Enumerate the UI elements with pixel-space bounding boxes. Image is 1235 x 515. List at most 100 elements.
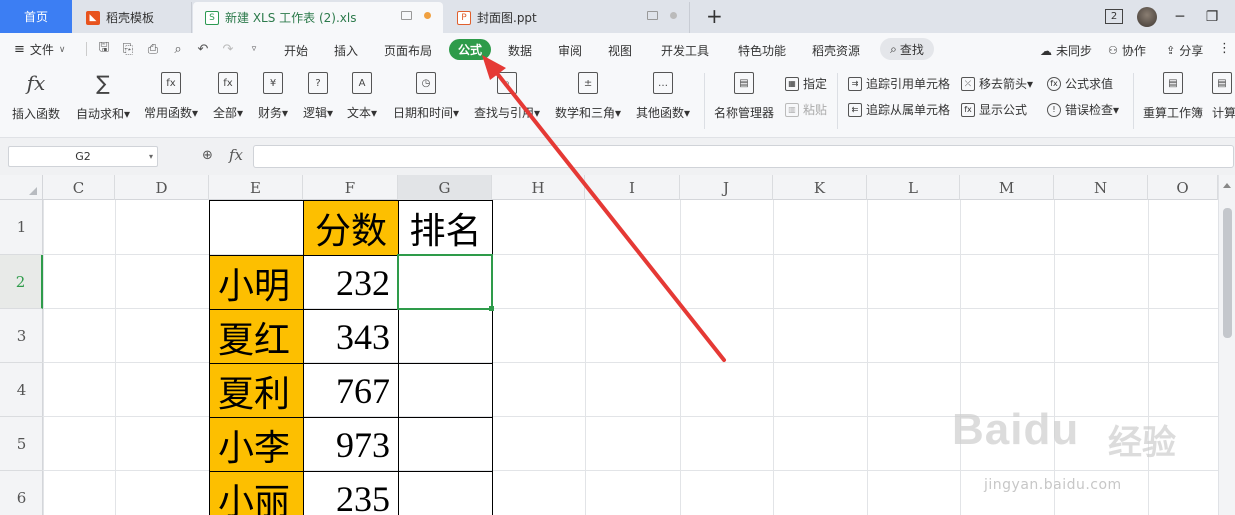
row-header-2[interactable]: 2 xyxy=(0,255,43,309)
print-preview-icon[interactable]: ⌕ xyxy=(170,41,186,57)
tab-features[interactable]: 特色功能 xyxy=(738,42,786,59)
cell-rank-6[interactable] xyxy=(398,471,493,515)
zoom-icon[interactable]: ⊕ xyxy=(202,148,213,163)
column-header-k[interactable]: K xyxy=(773,175,867,200)
tab-view[interactable]: 视图 xyxy=(608,42,632,59)
sync-button[interactable]: ☁ 未同步 xyxy=(1040,42,1092,59)
formula-input[interactable] xyxy=(253,145,1234,168)
paste-button[interactable]: ▥ 粘贴 xyxy=(785,101,827,118)
error-check-button[interactable]: ! 错误检查▾ xyxy=(1047,101,1119,118)
vertical-scrollbar[interactable] xyxy=(1218,175,1235,515)
print-icon[interactable]: ⎙ xyxy=(145,41,161,57)
cell-name-2[interactable]: 小明 xyxy=(209,255,304,310)
column-header-o[interactable]: O xyxy=(1148,175,1218,200)
scroll-thumb[interactable] xyxy=(1223,208,1232,338)
column-header-h[interactable]: H xyxy=(492,175,585,200)
tab-developer[interactable]: 开发工具 xyxy=(661,42,709,59)
tab-data[interactable]: 数据 xyxy=(508,42,532,59)
specify-button[interactable]: ▦ 指定 xyxy=(785,75,827,92)
minimize-icon[interactable]: ─ xyxy=(1171,9,1189,25)
unsaved-dot-icon[interactable] xyxy=(424,12,431,19)
cell-rank-3[interactable] xyxy=(398,309,493,364)
column-header-m[interactable]: M xyxy=(960,175,1054,200)
tab-page-layout[interactable]: 页面布局 xyxy=(384,42,432,59)
file-menu[interactable]: ≡ 文件 ∨ xyxy=(14,41,66,58)
tab-home-ribbon[interactable]: 开始 xyxy=(284,42,308,59)
trace-precedents-button[interactable]: ⇉ 追踪引用单元格 xyxy=(848,75,950,92)
cell-name-3[interactable]: 夏红 xyxy=(209,309,304,364)
column-header-d[interactable]: D xyxy=(115,175,209,200)
cell-rank-4[interactable] xyxy=(398,363,493,418)
saved-dot-icon[interactable] xyxy=(670,12,677,19)
more-icon[interactable]: ⋮ xyxy=(1218,41,1231,56)
recalculate-workbook-button[interactable]: ▤ 重算工作簿 xyxy=(1143,71,1203,121)
cell-score-5[interactable]: 973 xyxy=(303,417,399,472)
tab-formula[interactable]: 公式 xyxy=(449,39,491,60)
tab-review[interactable]: 审阅 xyxy=(558,42,582,59)
all-functions-button[interactable]: fx 全部▾ xyxy=(213,71,243,121)
trace-dependents-button[interactable]: ⇇ 追踪从属单元格 xyxy=(848,101,950,118)
export-icon[interactable]: ⎘ xyxy=(120,41,136,57)
redo-icon[interactable]: ↷ xyxy=(220,41,236,57)
maximize-icon[interactable]: ❐ xyxy=(1203,9,1221,25)
monitor-icon[interactable] xyxy=(647,11,658,20)
more-chevron-icon[interactable]: ▿ xyxy=(246,41,262,57)
column-header-i[interactable]: I xyxy=(585,175,680,200)
undo-icon[interactable]: ↶ xyxy=(195,41,211,57)
evaluate-formula-button[interactable]: fx 公式求值 xyxy=(1047,75,1113,92)
new-tab-button[interactable]: + xyxy=(706,4,723,28)
tab-xls-document[interactable]: S 新建 XLS 工作表 (2).xls xyxy=(193,2,443,33)
cell-score-3[interactable]: 343 xyxy=(303,309,399,364)
tab-template[interactable]: ◣ 稻壳模板 xyxy=(74,2,192,33)
scroll-up-icon[interactable] xyxy=(1223,183,1231,188)
fx-icon[interactable]: fx xyxy=(229,146,243,164)
tab-insert[interactable]: 插入 xyxy=(334,42,358,59)
column-header-f[interactable]: F xyxy=(303,175,398,200)
selected-cell[interactable] xyxy=(397,254,493,310)
column-header-g[interactable]: G xyxy=(398,175,492,200)
select-all-corner[interactable] xyxy=(0,175,43,200)
row-header-4[interactable]: 4 xyxy=(0,363,43,417)
monitor-icon[interactable] xyxy=(401,11,412,20)
autosum-button[interactable]: ∑ 自动求和▾ xyxy=(76,71,130,122)
remove-arrows-button[interactable]: ⤫ 移去箭头▾ xyxy=(961,75,1033,92)
column-header-e[interactable]: E xyxy=(209,175,303,200)
tab-docer[interactable]: 稻壳资源 xyxy=(812,42,860,59)
row-header-5[interactable]: 5 xyxy=(0,417,43,471)
cell-name-5[interactable]: 小李 xyxy=(209,417,304,472)
cell-e1[interactable] xyxy=(209,200,304,256)
column-header-n[interactable]: N xyxy=(1054,175,1148,200)
save-icon[interactable]: 🖫 xyxy=(96,40,112,57)
tab-home[interactable]: 首页 xyxy=(0,0,72,33)
lookup-button[interactable]: ⌕ 查找与引用▾ xyxy=(474,71,540,121)
text-functions-button[interactable]: A 文本▾ xyxy=(347,71,377,121)
row-header-3[interactable]: 3 xyxy=(0,309,43,363)
cell-name-4[interactable]: 夏利 xyxy=(209,363,304,418)
datetime-button[interactable]: ◷ 日期和时间▾ xyxy=(393,71,459,121)
cell-score-6[interactable]: 235 xyxy=(303,471,399,515)
cell-g1[interactable]: 排名 xyxy=(398,200,493,256)
cell-name-6[interactable]: 小丽 xyxy=(209,471,304,515)
math-button[interactable]: ± 数学和三角▾ xyxy=(555,71,621,121)
cell-f1[interactable]: 分数 xyxy=(303,200,399,256)
finance-button[interactable]: ¥ 财务▾ xyxy=(258,71,288,121)
share-button[interactable]: ⇪ 分享 xyxy=(1166,42,1203,59)
show-formulas-button[interactable]: fx 显示公式 xyxy=(961,101,1027,118)
name-box[interactable]: G2 ▾ xyxy=(8,146,158,167)
common-functions-button[interactable]: fx 常用函数▾ xyxy=(144,71,198,121)
search-button[interactable]: ⌕ 查找 xyxy=(880,38,934,60)
window-count-button[interactable]: 2 xyxy=(1105,9,1123,24)
row-header-1[interactable]: 1 xyxy=(0,200,43,255)
other-functions-button[interactable]: … 其他函数▾ xyxy=(636,71,690,121)
name-manager-button[interactable]: ▤ 名称管理器 xyxy=(714,71,774,121)
avatar[interactable] xyxy=(1137,6,1157,27)
column-header-j[interactable]: J xyxy=(680,175,773,200)
column-header-c[interactable]: C xyxy=(43,175,115,200)
column-header-l[interactable]: L xyxy=(867,175,960,200)
cell-score-4[interactable]: 767 xyxy=(303,363,399,418)
insert-function-button[interactable]: fx 插入函数 xyxy=(12,71,60,122)
logic-button[interactable]: ? 逻辑▾ xyxy=(303,71,333,121)
cell-rank-5[interactable] xyxy=(398,417,493,472)
cell-score-2[interactable]: 232 xyxy=(303,255,399,310)
row-header-6[interactable]: 6 xyxy=(0,471,43,515)
